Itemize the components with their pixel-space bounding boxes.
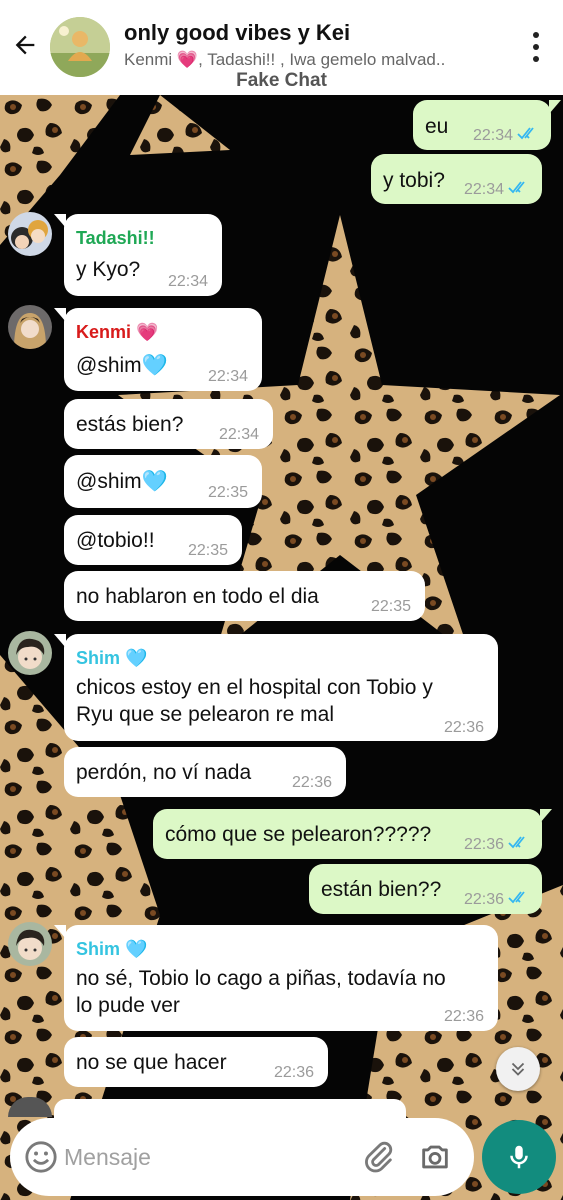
outgoing-message[interactable]: eu 22:34: [413, 100, 561, 150]
message-text: @shim🩵: [76, 354, 168, 377]
outgoing-message[interactable]: cómo que se pelearon????? 22:36: [153, 809, 552, 859]
message-composer: [10, 1118, 474, 1196]
read-ticks-icon: [508, 181, 525, 194]
shim-avatar[interactable]: [8, 922, 52, 966]
read-ticks-icon: [517, 127, 534, 140]
sender-name: Shim 🩵: [76, 939, 148, 959]
message-time: 22:34: [167, 273, 208, 290]
message-time: 22:36: [273, 1064, 314, 1081]
camera-icon[interactable]: [418, 1140, 452, 1174]
message-time: 22:35: [207, 484, 248, 501]
message-text: @tobio!!: [76, 529, 155, 552]
emoji-icon[interactable]: [24, 1140, 58, 1174]
message-text: no se que hacer: [76, 1051, 227, 1074]
message-text: cómo que se pelearon?????: [165, 823, 432, 846]
message-text: y Kyo?: [76, 258, 141, 281]
fake-chat-watermark: Fake Chat: [236, 70, 327, 91]
chat-members[interactable]: Kenmi 💗, Tadashi!! , Iwa gemelo malvad..: [124, 50, 484, 70]
message-time: 22:36: [291, 774, 332, 791]
incoming-message[interactable]: @tobio!! 22:35: [64, 515, 242, 565]
mic-button[interactable]: [482, 1120, 556, 1194]
message-time: 22:34: [472, 127, 513, 144]
message-input[interactable]: [64, 1140, 344, 1174]
message-text: están bien??: [321, 878, 442, 901]
incoming-message[interactable]: no hablaron en todo el dia 22:35: [64, 571, 425, 621]
message-text-line: Ryu que se pelearon re mal: [76, 703, 334, 726]
paperclip-icon[interactable]: [362, 1140, 396, 1174]
outgoing-message[interactable]: y tobi? 22:34: [371, 154, 542, 204]
incoming-message[interactable]: Tadashi!! y Kyo? 22:34: [54, 214, 222, 296]
sender-name: Kenmi 💗: [76, 322, 159, 342]
message-text: eu: [425, 115, 449, 138]
message-time: 22:34: [218, 426, 259, 443]
incoming-message[interactable]: Shim 🩵 chicos estoy en el hospital con T…: [54, 634, 498, 741]
incoming-message[interactable]: estás bien? 22:34: [64, 399, 273, 449]
message-text: perdón, no ví nada: [76, 761, 252, 784]
back-arrow-icon[interactable]: [8, 28, 42, 62]
read-ticks-icon: [508, 891, 525, 904]
read-ticks-icon: [508, 836, 525, 849]
chat-header: only good vibes y Kei Kenmi 💗, Tadashi!!…: [0, 0, 563, 95]
message-text-line: chicos estoy en el hospital con Tobio y: [76, 676, 433, 699]
incoming-message[interactable]: @shim🩵 22:35: [64, 455, 262, 508]
incoming-message[interactable]: [54, 1099, 406, 1119]
more-vert-icon[interactable]: [529, 32, 543, 62]
tadashi-avatar[interactable]: [8, 212, 52, 256]
message-text: no hablaron en todo el dia: [76, 585, 319, 608]
sender-name: Tadashi!!: [76, 228, 155, 248]
sender-name: Shim 🩵: [76, 648, 148, 668]
message-time: 22:36: [443, 719, 484, 736]
group-avatar[interactable]: [50, 17, 110, 77]
incoming-message[interactable]: no se que hacer 22:36: [64, 1037, 328, 1087]
message-time: 22:36: [463, 891, 504, 908]
kenmi-avatar[interactable]: [8, 305, 52, 349]
chat-area[interactable]: eu 22:34 y tobi? 22:34 Tadashi!! y Kyo? …: [0, 95, 563, 1200]
shim-avatar[interactable]: [8, 631, 52, 675]
message-text: y tobi?: [383, 169, 445, 192]
mic-icon: [510, 1145, 528, 1169]
message-time: 22:34: [207, 368, 248, 385]
message-text-line: lo pude ver: [76, 994, 180, 1017]
message-time: 22:36: [463, 836, 504, 853]
chevron-double-down-icon[interactable]: [496, 1047, 540, 1091]
message-time: 22:35: [187, 542, 228, 559]
message-text-line: no sé, Tobio lo cago a piñas, todavía no: [76, 967, 446, 990]
incoming-message[interactable]: Kenmi 💗 @shim🩵 22:34: [54, 308, 262, 391]
incoming-message[interactable]: Shim 🩵 no sé, Tobio lo cago a piñas, tod…: [54, 925, 498, 1031]
outgoing-message[interactable]: están bien?? 22:36: [309, 864, 542, 914]
message-text: @shim🩵: [76, 470, 168, 493]
incoming-message[interactable]: perdón, no ví nada 22:36: [64, 747, 346, 797]
message-time: 22:34: [463, 181, 504, 198]
chat-title[interactable]: only good vibes y Kei: [124, 20, 350, 46]
message-time: 22:36: [443, 1008, 484, 1025]
message-text: estás bien?: [76, 413, 184, 436]
message-time: 22:35: [370, 598, 411, 615]
